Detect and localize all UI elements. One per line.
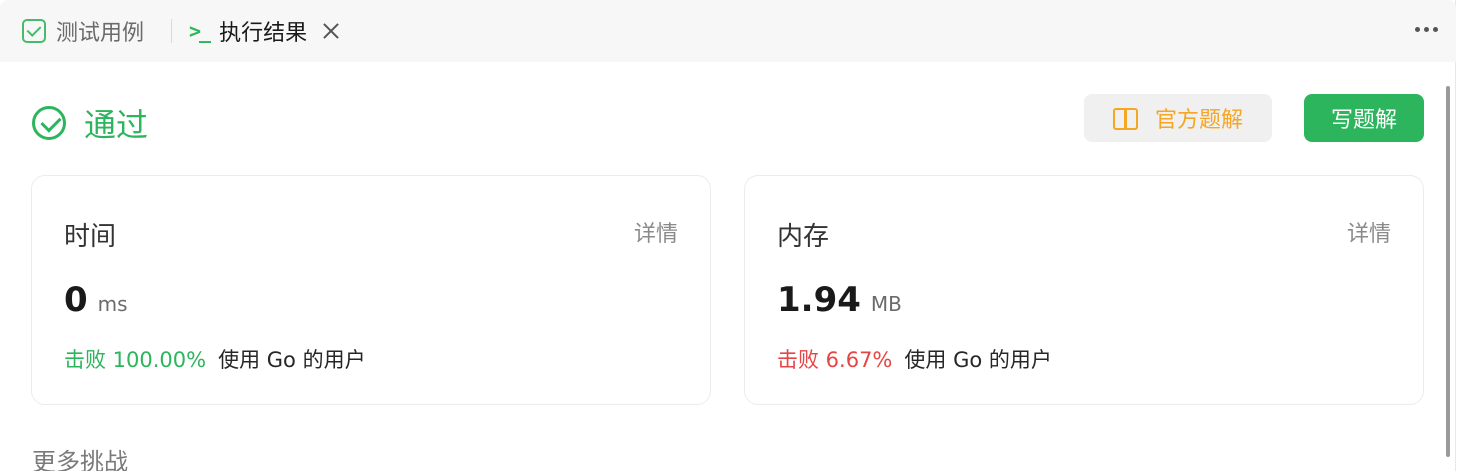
memory-beat-percent: 击败 6.67% xyxy=(777,348,893,372)
book-icon xyxy=(1112,108,1138,130)
memory-value: 1.94 MB xyxy=(777,280,902,320)
status-header: 通过 xyxy=(32,100,148,146)
official-solution-label: 官方题解 xyxy=(1154,108,1243,133)
memory-number: 1.94 xyxy=(777,280,861,320)
time-unit: ms xyxy=(97,292,128,316)
tab-divider xyxy=(171,19,172,43)
official-solution-button[interactable]: 官方题解 xyxy=(1084,94,1272,142)
time-card: 时间 详情 0 ms 击败 100.00% 使用 Go 的用户 xyxy=(31,175,711,405)
more-challenges-heading: 更多挑战 xyxy=(32,448,128,471)
tab-result-label: 执行结果 xyxy=(219,21,308,46)
write-solution-button[interactable]: 写题解 xyxy=(1304,94,1424,142)
memory-beat-suffix: 使用 Go 的用户 xyxy=(904,348,1052,372)
tab-test-cases-label: 测试用例 xyxy=(56,21,145,46)
memory-title: 内存 xyxy=(777,222,830,252)
tab-test-cases[interactable]: 测试用例 xyxy=(22,0,144,62)
status-label: 通过 xyxy=(84,106,149,144)
time-number: 0 xyxy=(64,280,88,320)
close-icon[interactable] xyxy=(321,21,341,41)
result-panel: 测试用例 >_ 执行结果 通过 官方题解 写题解 时间 详情 0 ms 击败 1… xyxy=(0,0,1456,471)
time-beat-percent: 击败 100.00% xyxy=(64,348,207,372)
time-beat: 击败 100.00% 使用 Go 的用户 xyxy=(64,344,366,374)
checkbox-icon xyxy=(22,19,46,43)
memory-unit: MB xyxy=(870,292,902,316)
terminal-icon: >_ xyxy=(189,19,211,43)
scrollbar[interactable] xyxy=(1446,86,1450,457)
memory-card: 内存 详情 1.94 MB 击败 6.67% 使用 Go 的用户 xyxy=(744,175,1424,405)
tab-result[interactable]: >_ 执行结果 xyxy=(189,0,341,62)
time-detail-link[interactable]: 详情 xyxy=(634,216,678,248)
memory-detail-link[interactable]: 详情 xyxy=(1347,216,1391,248)
tab-bar: 测试用例 >_ 执行结果 xyxy=(0,0,1456,62)
time-title: 时间 xyxy=(64,222,117,252)
memory-beat: 击败 6.67% 使用 Go 的用户 xyxy=(777,344,1052,374)
more-icon[interactable] xyxy=(1415,27,1438,32)
time-beat-suffix: 使用 Go 的用户 xyxy=(218,348,366,372)
check-circle-icon xyxy=(32,106,66,140)
time-value: 0 ms xyxy=(64,280,128,320)
